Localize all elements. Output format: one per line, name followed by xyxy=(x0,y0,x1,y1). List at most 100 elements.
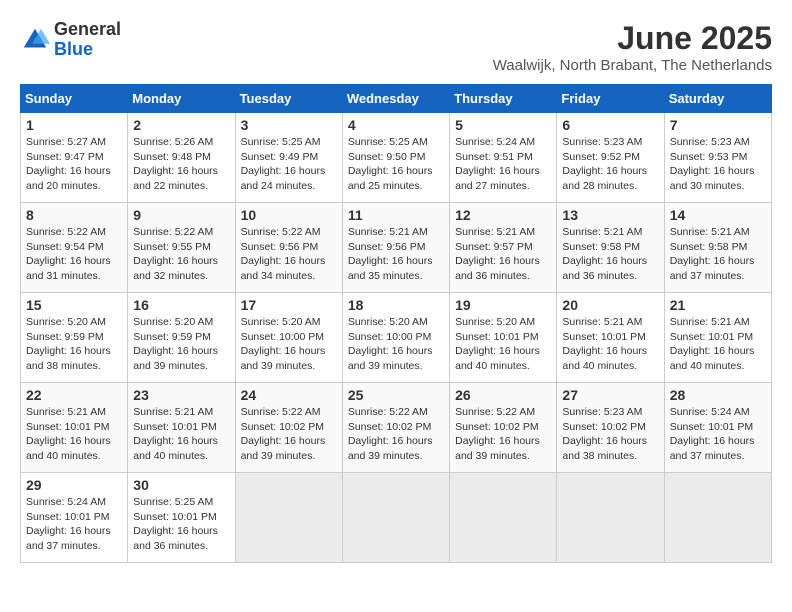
day-number: 25 xyxy=(348,387,444,403)
logo-general-text: General xyxy=(54,19,121,39)
location-subtitle: Waalwijk, North Brabant, The Netherlands xyxy=(493,57,772,74)
day-number: 13 xyxy=(562,207,658,223)
logo: General Blue xyxy=(20,20,121,60)
calendar-cell: 21Sunrise: 5:21 AMSunset: 10:01 PMDaylig… xyxy=(664,293,771,383)
day-number: 21 xyxy=(670,297,766,313)
day-number: 4 xyxy=(348,117,444,133)
weekday-header-friday: Friday xyxy=(557,85,664,113)
calendar-cell: 24 Sunrise: 5:22 AMSunset: 10:02 PMDaylig… xyxy=(235,383,342,473)
calendar-cell: 3 Sunrise: 5:25 AMSunset: 9:49 PMDaylight… xyxy=(235,113,342,203)
calendar-cell: 12Sunrise: 5:21 AMSunset: 9:57 PMDayligh… xyxy=(450,203,557,293)
day-number: 14 xyxy=(670,207,766,223)
calendar-cell: 1 Sunrise: 5:27 AMSunset: 9:47 PMDaylight… xyxy=(21,113,128,203)
calendar-week-row: 15Sunrise: 5:20 AMSunset: 9:59 PMDayligh… xyxy=(21,293,772,383)
calendar-table: SundayMondayTuesdayWednesdayThursdayFrid… xyxy=(20,84,772,563)
day-number: 6 xyxy=(562,117,658,133)
calendar-cell xyxy=(450,473,557,563)
day-info: Sunrise: 5:24 AMSunset: 9:51 PMDaylight:… xyxy=(455,135,551,194)
weekday-header-saturday: Saturday xyxy=(664,85,771,113)
day-number: 27 xyxy=(562,387,658,403)
title-area: June 2025 Waalwijk, North Brabant, The N… xyxy=(493,20,772,74)
day-info: Sunrise: 5:20 AMSunset: 9:59 PMDaylight:… xyxy=(26,315,122,374)
calendar-cell: 27 Sunrise: 5:23 AMSunset: 10:02 PMDaylig… xyxy=(557,383,664,473)
calendar-cell: 13 Sunrise: 5:21 AMSunset: 9:58 PMDayligh… xyxy=(557,203,664,293)
weekday-header-monday: Monday xyxy=(128,85,235,113)
weekday-header-sunday: Sunday xyxy=(21,85,128,113)
calendar-cell: 29 Sunrise: 5:24 AMSunset: 10:01 PMDaylig… xyxy=(21,473,128,563)
day-number: 22 xyxy=(26,387,122,403)
calendar-cell: 25 Sunrise: 5:22 AMSunset: 10:02 PMDaylig… xyxy=(342,383,449,473)
day-info: Sunrise: 5:20 AMSunset: 9:59 PMDaylight:… xyxy=(133,315,229,374)
calendar-cell: 8 Sunrise: 5:22 AMSunset: 9:54 PMDaylight… xyxy=(21,203,128,293)
calendar-week-row: 8 Sunrise: 5:22 AMSunset: 9:54 PMDaylight… xyxy=(21,203,772,293)
day-number: 9 xyxy=(133,207,229,223)
day-number: 20 xyxy=(562,297,658,313)
day-info: Sunrise: 5:24 AMSunset: 10:01 PMDaylight… xyxy=(670,405,766,464)
day-info: Sunrise: 5:22 AMSunset: 9:54 PMDaylight:… xyxy=(26,225,122,284)
day-number: 29 xyxy=(26,477,122,493)
day-number: 17 xyxy=(241,297,337,313)
day-info: Sunrise: 5:21 AMSunset: 10:01 PMDaylight… xyxy=(26,405,122,464)
day-number: 11 xyxy=(348,207,444,223)
calendar-cell xyxy=(235,473,342,563)
calendar-cell: 17 Sunrise: 5:20 AMSunset: 10:00 PMDaylig… xyxy=(235,293,342,383)
weekday-header-wednesday: Wednesday xyxy=(342,85,449,113)
calendar-cell: 26 Sunrise: 5:22 AMSunset: 10:02 PMDaylig… xyxy=(450,383,557,473)
calendar-cell: 28 Sunrise: 5:24 AMSunset: 10:01 PMDaylig… xyxy=(664,383,771,473)
day-number: 2 xyxy=(133,117,229,133)
calendar-cell: 16 Sunrise: 5:20 AMSunset: 9:59 PMDayligh… xyxy=(128,293,235,383)
calendar-cell: 5 Sunrise: 5:24 AMSunset: 9:51 PMDaylight… xyxy=(450,113,557,203)
day-number: 5 xyxy=(455,117,551,133)
day-info: Sunrise: 5:20 AMSunset: 10:00 PMDaylight… xyxy=(348,315,444,374)
calendar-cell: 22 Sunrise: 5:21 AMSunset: 10:01 PMDaylig… xyxy=(21,383,128,473)
day-info: Sunrise: 5:21 AMSunset: 9:58 PMDaylight:… xyxy=(562,225,658,284)
day-info: Sunrise: 5:27 AMSunset: 9:47 PMDaylight:… xyxy=(26,135,122,194)
day-number: 8 xyxy=(26,207,122,223)
day-info: Sunrise: 5:26 AMSunset: 9:48 PMDaylight:… xyxy=(133,135,229,194)
day-number: 7 xyxy=(670,117,766,133)
calendar-cell xyxy=(557,473,664,563)
calendar-cell xyxy=(342,473,449,563)
weekday-header-tuesday: Tuesday xyxy=(235,85,342,113)
calendar-cell: 2 Sunrise: 5:26 AMSunset: 9:48 PMDaylight… xyxy=(128,113,235,203)
calendar-cell: 18 Sunrise: 5:20 AMSunset: 10:00 PMDaylig… xyxy=(342,293,449,383)
day-info: Sunrise: 5:21 AMSunset: 9:57 PMDaylight:… xyxy=(455,225,551,284)
calendar-cell: 10 Sunrise: 5:22 AMSunset: 9:56 PMDayligh… xyxy=(235,203,342,293)
day-info: Sunrise: 5:23 AMSunset: 10:02 PMDaylight… xyxy=(562,405,658,464)
day-info: Sunrise: 5:23 AMSunset: 9:52 PMDaylight:… xyxy=(562,135,658,194)
day-number: 3 xyxy=(241,117,337,133)
calendar-cell: 30Sunrise: 5:25 AMSunset: 10:01 PMDaylig… xyxy=(128,473,235,563)
day-info: Sunrise: 5:22 AMSunset: 10:02 PMDaylight… xyxy=(455,405,551,464)
day-number: 1 xyxy=(26,117,122,133)
day-number: 28 xyxy=(670,387,766,403)
calendar-cell: 23Sunrise: 5:21 AMSunset: 10:01 PMDaylig… xyxy=(128,383,235,473)
day-info: Sunrise: 5:22 AMSunset: 9:55 PMDaylight:… xyxy=(133,225,229,284)
day-number: 16 xyxy=(133,297,229,313)
calendar-cell: 4Sunrise: 5:25 AMSunset: 9:50 PMDaylight… xyxy=(342,113,449,203)
month-title: June 2025 xyxy=(493,20,772,57)
day-number: 30 xyxy=(133,477,229,493)
calendar-cell: 7 Sunrise: 5:23 AMSunset: 9:53 PMDaylight… xyxy=(664,113,771,203)
calendar-week-row: 22 Sunrise: 5:21 AMSunset: 10:01 PMDaylig… xyxy=(21,383,772,473)
day-info: Sunrise: 5:22 AMSunset: 9:56 PMDaylight:… xyxy=(241,225,337,284)
day-info: Sunrise: 5:20 AMSunset: 10:00 PMDaylight… xyxy=(241,315,337,374)
page-header: General Blue June 2025 Waalwijk, North B… xyxy=(20,20,772,74)
day-number: 23 xyxy=(133,387,229,403)
calendar-cell xyxy=(664,473,771,563)
calendar-cell: 9 Sunrise: 5:22 AMSunset: 9:55 PMDaylight… xyxy=(128,203,235,293)
day-number: 18 xyxy=(348,297,444,313)
weekday-header-thursday: Thursday xyxy=(450,85,557,113)
day-info: Sunrise: 5:22 AMSunset: 10:02 PMDaylight… xyxy=(348,405,444,464)
weekday-header-row: SundayMondayTuesdayWednesdayThursdayFrid… xyxy=(21,85,772,113)
day-info: Sunrise: 5:24 AMSunset: 10:01 PMDaylight… xyxy=(26,495,122,554)
calendar-week-row: 29 Sunrise: 5:24 AMSunset: 10:01 PMDaylig… xyxy=(21,473,772,563)
day-info: Sunrise: 5:21 AMSunset: 9:58 PMDaylight:… xyxy=(670,225,766,284)
day-number: 24 xyxy=(241,387,337,403)
day-info: Sunrise: 5:21 AMSunset: 10:01 PMDaylight… xyxy=(562,315,658,374)
day-info: Sunrise: 5:22 AMSunset: 10:02 PMDaylight… xyxy=(241,405,337,464)
day-number: 26 xyxy=(455,387,551,403)
day-number: 19 xyxy=(455,297,551,313)
day-info: Sunrise: 5:25 AMSunset: 9:49 PMDaylight:… xyxy=(241,135,337,194)
day-info: Sunrise: 5:23 AMSunset: 9:53 PMDaylight:… xyxy=(670,135,766,194)
day-number: 10 xyxy=(241,207,337,223)
